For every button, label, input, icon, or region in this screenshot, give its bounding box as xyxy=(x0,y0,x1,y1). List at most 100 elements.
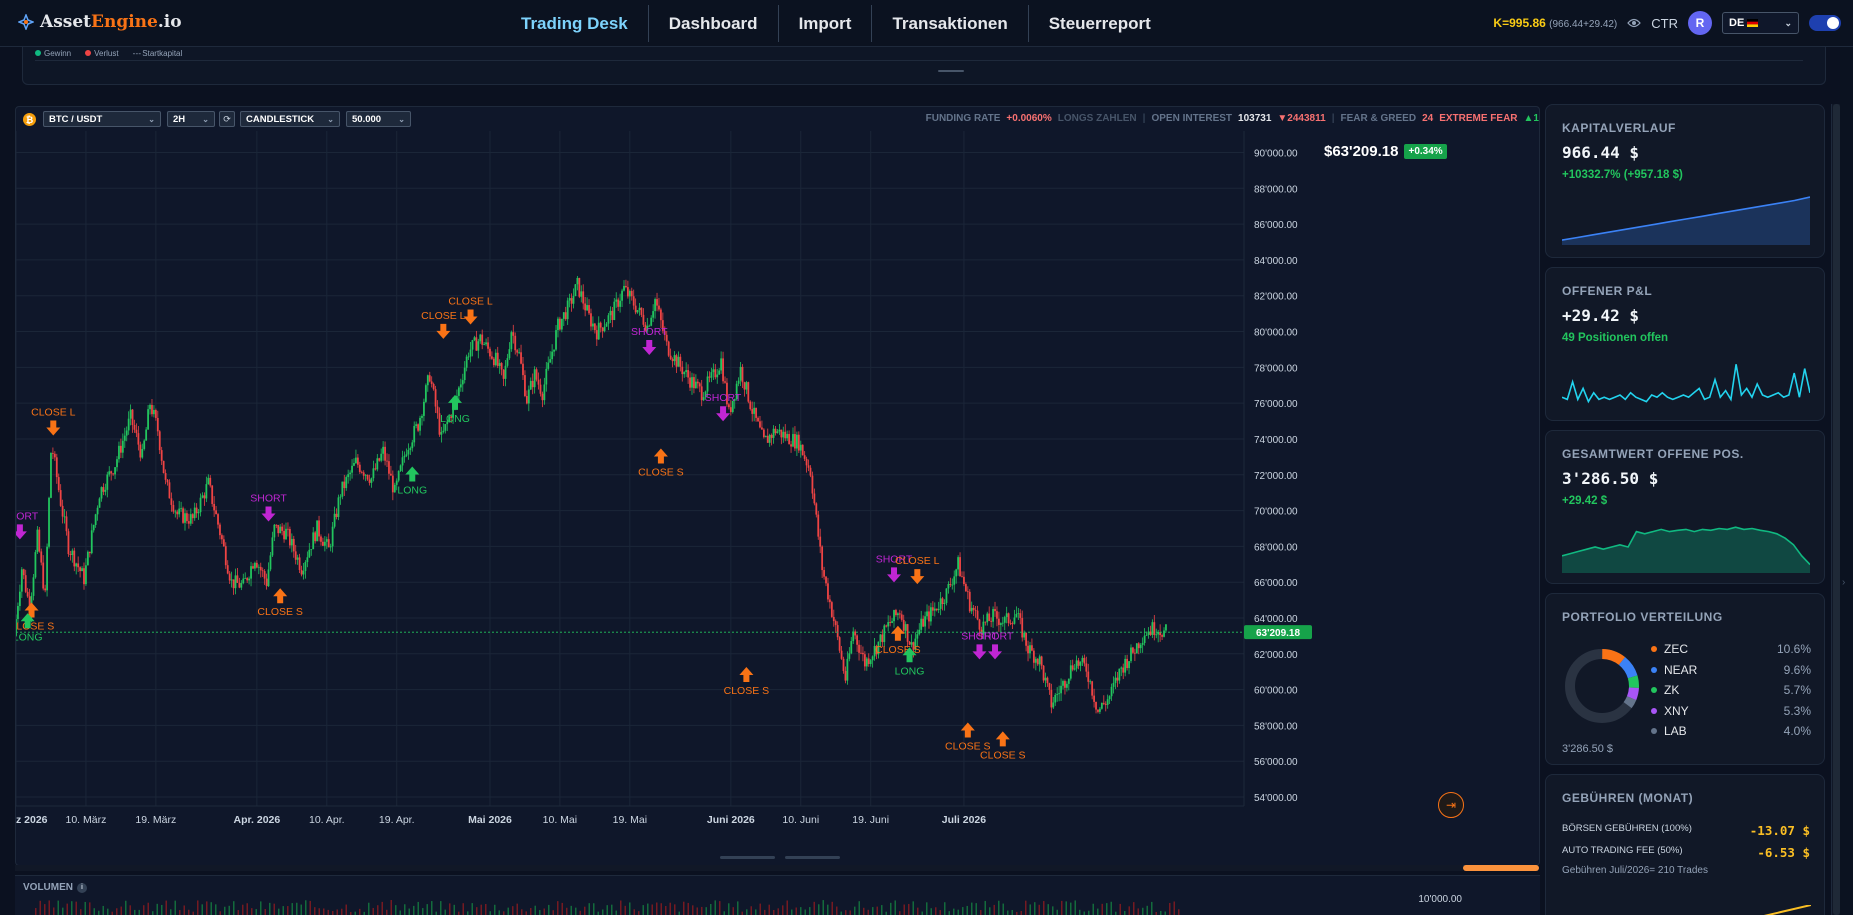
candle-body xyxy=(419,417,421,431)
nav-dashboard[interactable]: Dashboard xyxy=(649,5,779,42)
theme-toggle[interactable] xyxy=(1809,15,1841,31)
candle-body xyxy=(491,356,493,359)
candle-body xyxy=(63,516,66,518)
pan-handle-right[interactable] xyxy=(785,856,840,859)
volume-bar xyxy=(260,901,262,915)
candle-body xyxy=(801,444,804,456)
language-select[interactable]: DE ⌄ xyxy=(1722,12,1799,34)
current-price-value: $63'209.18 xyxy=(1324,143,1399,160)
candle-body xyxy=(473,337,476,341)
nav-transaktionen[interactable]: Transaktionen xyxy=(872,5,1029,42)
candle-body xyxy=(883,625,886,643)
candle-body xyxy=(854,631,857,636)
candle-body xyxy=(1112,682,1115,687)
gesamtwert-title: GESAMTWERT OFFENE POS. xyxy=(1562,447,1744,461)
candle-body xyxy=(224,546,227,566)
candle-body xyxy=(838,637,841,651)
amount-select[interactable]: 50.000 ⌄ xyxy=(346,111,411,127)
candle-body xyxy=(436,406,439,414)
current-price-change-badge: +0.34% xyxy=(1404,144,1447,159)
volume-bar xyxy=(300,904,302,915)
volume-bar xyxy=(719,901,721,915)
candle-body xyxy=(1108,696,1111,700)
candle-body xyxy=(551,351,554,360)
chart-type-select[interactable]: CANDLESTICK ⌄ xyxy=(240,111,340,127)
candle-body xyxy=(55,457,58,478)
candle-body xyxy=(506,358,509,366)
candle-body xyxy=(461,380,464,385)
candle-body xyxy=(168,482,171,499)
candle-body xyxy=(759,421,761,428)
pan-handle-left[interactable] xyxy=(720,856,775,859)
candle-body xyxy=(999,623,1002,625)
offener-pnl-value: +29.42 $ xyxy=(1562,306,1640,325)
volume-bar xyxy=(638,911,640,915)
volume-bar xyxy=(782,905,784,915)
sidebar-scrollbar[interactable] xyxy=(1831,104,1840,915)
candle-body xyxy=(557,318,559,331)
header-right-controls: K=995.86 (966.44+29.42) CTR R DE ⌄ xyxy=(1493,11,1841,35)
panel-resize-handle[interactable] xyxy=(938,70,964,72)
candle-body xyxy=(271,537,274,556)
scroll-to-latest-icon[interactable]: ⇥ xyxy=(1438,792,1464,818)
volume-bar xyxy=(903,904,905,915)
candle-body xyxy=(356,457,359,465)
refresh-icon[interactable]: ⟳ xyxy=(219,111,235,127)
volume-bar xyxy=(584,906,586,915)
candle-body xyxy=(351,465,353,473)
candle-body xyxy=(945,588,948,603)
fear-greed-label: FEAR & GREED xyxy=(1340,113,1417,124)
chevron-right-icon[interactable]: › xyxy=(1842,577,1845,588)
x-axis-tick-label: Juli 2026 xyxy=(942,814,987,826)
candle-body xyxy=(139,444,142,458)
candle-body xyxy=(1071,665,1074,670)
eye-icon[interactable] xyxy=(1627,18,1642,28)
volume-bar xyxy=(521,909,523,915)
pair-select[interactable]: BTC / USDT ⌄ xyxy=(43,111,161,127)
candle-body xyxy=(774,428,777,434)
sidebar-scrollbar-thumb[interactable] xyxy=(1833,104,1840,915)
candle-body xyxy=(300,569,303,575)
nav-import[interactable]: Import xyxy=(779,5,873,42)
user-avatar[interactable]: R xyxy=(1688,11,1712,35)
collapse-panel-edge[interactable]: › xyxy=(1840,47,1853,915)
candle-body xyxy=(322,541,324,546)
chart-pan-handles[interactable] xyxy=(720,856,840,860)
chart-scroll-thumb[interactable] xyxy=(1463,865,1539,871)
volume-bar xyxy=(129,905,131,915)
volume-bar xyxy=(251,908,253,915)
candle-body xyxy=(287,528,289,530)
candlestick-chart[interactable]: 90'000.00 88'000.00 86'000.00 84'000.00 82'0… xyxy=(16,131,1540,866)
volume-bar xyxy=(566,907,568,915)
candle-body xyxy=(669,355,672,360)
candle-body xyxy=(782,431,785,438)
brand-logo[interactable]: AssetEngine.io xyxy=(18,12,182,32)
volume-bar xyxy=(341,908,343,915)
candle-body xyxy=(118,445,120,460)
candle-body xyxy=(817,514,820,537)
candle-body xyxy=(790,444,792,447)
volume-bar xyxy=(1061,900,1063,915)
fear-greed-value: 24 xyxy=(1422,113,1434,124)
volume-bar xyxy=(467,911,469,915)
candle-body xyxy=(358,464,361,472)
candle-body xyxy=(203,495,206,499)
candle-body xyxy=(920,618,923,630)
candle-body xyxy=(1054,694,1057,703)
signal-close-s-label: CLOSE S xyxy=(257,606,303,618)
portfolio-asset-name: NEAR xyxy=(1664,662,1698,677)
candle-body xyxy=(939,598,942,609)
nav-steuerreport[interactable]: Steuerreport xyxy=(1029,5,1171,42)
candle-body xyxy=(588,305,590,314)
nav-trading-desk[interactable]: Trading Desk xyxy=(501,5,649,42)
volume-bar xyxy=(593,903,595,915)
candle-body xyxy=(160,450,163,461)
candle-body xyxy=(213,503,216,511)
volume-bar xyxy=(845,910,847,915)
candle-body xyxy=(961,576,963,578)
interval-select[interactable]: 2H ⌄ xyxy=(167,111,215,127)
volume-bar xyxy=(818,904,820,915)
y-axis-tick-label: 68'000.00 xyxy=(1254,542,1298,553)
ctr-label[interactable]: CTR xyxy=(1651,16,1678,31)
volume-bar xyxy=(705,907,707,915)
